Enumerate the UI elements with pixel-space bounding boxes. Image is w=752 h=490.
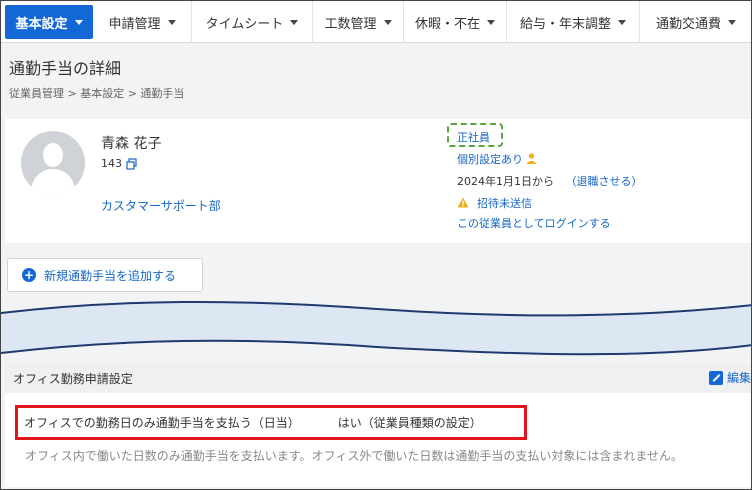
retire-link[interactable]: （退職させる） — [566, 175, 643, 188]
breadcrumb: 従業員管理 > 基本設定 > 通勤手当 — [9, 87, 185, 100]
invite-status[interactable]: 招待未送信 — [457, 195, 532, 211]
edit-label: 編集 — [727, 371, 752, 385]
avatar-body — [31, 169, 75, 195]
nav-timesheet[interactable]: タイムシート — [192, 1, 313, 43]
copy-icon[interactable] — [126, 157, 138, 170]
individual-setting[interactable]: 個別設定あり — [457, 151, 537, 167]
setting-description: オフィス内で働いた日数のみ通勤手当を支払います。オフィス外で働いた日数は通勤手当… — [25, 449, 683, 463]
content-break-wave — [1, 300, 751, 356]
setting-label: オフィスでの勤務日のみ通勤手当を支払う（日当） — [24, 416, 300, 430]
warning-icon — [457, 197, 469, 208]
chevron-down-icon — [290, 19, 299, 25]
nav-leave-label: 休暇・不在 — [414, 16, 480, 32]
employee-id-value: 143 — [101, 157, 122, 170]
chevron-down-icon — [383, 19, 392, 25]
nav-payroll-label: 給与・年末調整 — [519, 16, 611, 32]
edit-icon — [709, 370, 723, 385]
chevron-down-icon — [167, 19, 176, 25]
chevron-down-icon — [74, 19, 83, 25]
employee-id: 143 — [101, 157, 138, 170]
nav-workload[interactable]: 工数管理 — [313, 1, 404, 43]
nav-commute-label: 通勤交通費 — [655, 16, 721, 32]
avatar — [21, 131, 85, 195]
nav-payroll[interactable]: 給与・年末調整 — [507, 1, 640, 43]
chevron-down-icon — [487, 19, 495, 25]
edit-button[interactable]: 編集 — [709, 369, 751, 386]
nav-timesheet-label: タイムシート — [205, 16, 284, 32]
employee-name: 青森 花子 — [101, 136, 162, 152]
chevron-down-icon — [728, 19, 736, 25]
nav-commute[interactable]: 通勤交通費 — [640, 1, 751, 43]
main-nav: 基本設定 申請管理 タイムシート 工数管理 休暇・不在 給与・年末調整 通勤交通… — [1, 1, 751, 43]
individual-setting-label: 個別設定あり — [457, 153, 523, 166]
setting-value: はい（従業員種類の設定） — [337, 416, 482, 430]
plus-icon: + — [22, 268, 36, 282]
office-day-allowance-setting: オフィスでの勤務日のみ通勤手当を支払う（日当） はい（従業員種類の設定） — [15, 405, 527, 440]
nav-leave[interactable]: 休暇・不在 — [404, 1, 507, 43]
add-commute-allowance-button[interactable]: + 新規通勤手当を追加する — [7, 258, 203, 292]
nav-basic-settings-label: 基本設定 — [15, 16, 68, 32]
employee-department-link[interactable]: カスタマーサポート部 — [101, 197, 221, 214]
avatar-head — [43, 143, 63, 167]
nav-request-management-label: 申請管理 — [108, 16, 161, 32]
chevron-down-icon — [618, 19, 626, 25]
person-icon — [526, 153, 537, 164]
login-as-employee-link[interactable]: この従業員としてログインする — [457, 215, 611, 231]
app-frame: 基本設定 申請管理 タイムシート 工数管理 休暇・不在 給与・年末調整 通勤交通… — [0, 0, 752, 490]
add-commute-allowance-label: 新規通勤手当を追加する — [44, 268, 177, 283]
office-work-settings-section: オフィス勤務申請設定 編集 オフィスでの勤務日のみ通勤手当を支払う（日当） はい… — [5, 363, 751, 487]
nav-request-management[interactable]: 申請管理 — [93, 1, 192, 43]
nav-basic-settings[interactable]: 基本設定 — [5, 5, 93, 39]
nav-workload-label: 工数管理 — [324, 16, 377, 32]
start-date: 2024年1月1日から — [457, 175, 554, 188]
employee-profile-card: 青森 花子 143 カスタマーサポート部 正社員 個別設定あり 2024年1月1… — [5, 119, 751, 243]
invite-status-label: 招待未送信 — [477, 197, 532, 210]
employment-type-link[interactable]: 正社員 — [457, 129, 490, 145]
office-section-header: オフィス勤務申請設定 — [5, 363, 751, 393]
employment-period: 2024年1月1日から （退職させる） — [457, 173, 643, 189]
page-title: 通勤手当の詳細 — [9, 59, 122, 78]
office-section-title: オフィス勤務申請設定 — [13, 371, 133, 386]
